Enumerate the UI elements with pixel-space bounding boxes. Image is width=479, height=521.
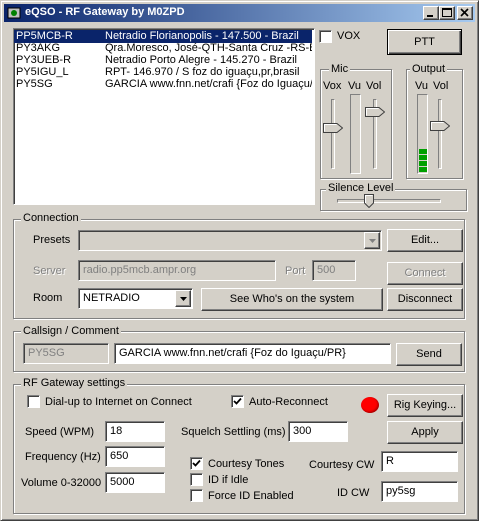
chevron-down-icon (369, 239, 376, 243)
room-value: NETRADIO (83, 292, 140, 304)
mic-group-label: Mic (329, 63, 351, 75)
autoreconnect-label: Auto-Reconnect (249, 396, 328, 408)
close-icon (460, 8, 469, 17)
mic-vox-slider-track (331, 99, 335, 169)
force-id-label: Force ID Enabled (208, 490, 294, 502)
slider-thumb-icon (364, 194, 374, 209)
room-dropdown-button[interactable] (175, 290, 191, 307)
squelch-label: Squelch Settling (ms) (181, 426, 286, 438)
output-vu-meter (417, 94, 428, 174)
whos-on-button[interactable]: See Who's on the system (201, 288, 383, 311)
send-button[interactable]: Send (396, 343, 462, 366)
slider-thumb-icon (365, 107, 386, 117)
station-list[interactable]: PP5MCB-R Netradio Florianopolis - 147.500… (13, 28, 315, 205)
vu-meter-segment (419, 155, 427, 160)
courtesy-cw-label: Courtesy CW (309, 459, 375, 471)
mic-vol-slider[interactable] (365, 107, 386, 117)
force-id-checkbox[interactable] (190, 489, 203, 502)
mic-vu-label: Vu (348, 80, 362, 92)
window-title: eQSO - RF Gateway by M0ZPD (25, 6, 185, 18)
mic-vox-label: Vox (323, 80, 342, 92)
callsign-field[interactable]: PY5SG (23, 343, 109, 364)
comment-field[interactable]: GARCIA www.fnn.net/crafi {Foz do Iguaçu/… (114, 343, 391, 364)
courtesy-tones-checkbox[interactable] (190, 457, 203, 470)
volume-label: Volume 0-32000 (21, 477, 102, 489)
vu-meter-segment (419, 161, 427, 166)
volume-field[interactable]: 5000 (105, 472, 165, 493)
presets-dropdown[interactable] (78, 230, 382, 251)
mic-vu-meter (350, 94, 361, 174)
output-group-label: Output (410, 63, 448, 75)
rf-gateway-group-label: RF Gateway settings (21, 377, 128, 389)
server-field[interactable]: radio.pp5mcb.ampr.org (78, 260, 276, 281)
dialup-checkbox[interactable] (27, 395, 40, 408)
maximize-button[interactable] (439, 6, 455, 20)
output-vu-label: Vu (415, 80, 429, 92)
callsign-group-label: Callsign / Comment (21, 325, 121, 337)
courtesy-tones-label: Courtesy Tones (208, 458, 285, 470)
id-if-idle-label: ID if Idle (208, 474, 249, 486)
rig-keying-button[interactable]: Rig Keying... (387, 394, 463, 417)
presets-dropdown-button[interactable] (364, 232, 380, 249)
speed-label: Speed (WPM) (25, 426, 95, 438)
speed-field[interactable]: 18 (105, 421, 165, 442)
port-field[interactable]: 500 (312, 260, 356, 281)
close-button[interactable] (457, 6, 473, 20)
id-cw-field[interactable]: py5sg (381, 481, 458, 502)
title-bar[interactable]: eQSO - RF Gateway by M0ZPD (4, 4, 475, 22)
checkmark-icon (192, 459, 201, 467)
frequency-field[interactable]: 650 (105, 446, 165, 467)
slider-thumb-icon (323, 123, 344, 133)
frequency-label: Frequency (Hz) (25, 451, 101, 463)
connection-group-label: Connection (21, 212, 81, 224)
mic-vol-label: Vol (366, 80, 382, 92)
mic-vox-slider[interactable] (323, 123, 344, 133)
connect-button[interactable]: Connect (387, 262, 463, 285)
main-window: eQSO - RF Gateway by M0ZPD PP5MCB-R Netra… (0, 0, 479, 521)
chevron-down-icon (180, 297, 187, 301)
output-vol-slider[interactable] (430, 121, 451, 131)
apply-button[interactable]: Apply (387, 421, 463, 444)
minimize-icon (427, 15, 433, 17)
output-vol-label: Vol (433, 80, 449, 92)
station-callsign: PY5SG (16, 78, 53, 90)
station-info: GARCIA www.fnn.net/crafi {Foz do Iguaçu/ (105, 78, 312, 90)
room-dropdown[interactable]: NETRADIO (78, 288, 193, 309)
maximize-icon (442, 8, 452, 17)
ptt-button[interactable]: PTT (387, 29, 462, 55)
room-label: Room (33, 292, 63, 304)
autoreconnect-checkbox[interactable] (231, 395, 244, 408)
vu-meter-segment (419, 167, 427, 172)
vox-label: VOX (337, 30, 361, 42)
silence-slider-track (337, 199, 441, 203)
server-label: Server (33, 265, 66, 277)
dialup-label: Dial-up to Internet on Connect (45, 396, 192, 408)
status-led (361, 397, 379, 413)
output-vol-slider-track (438, 99, 442, 169)
id-if-idle-checkbox[interactable] (190, 473, 203, 486)
port-label: Port (285, 265, 306, 277)
courtesy-cw-field[interactable]: R (381, 451, 458, 472)
minimize-button[interactable] (423, 6, 439, 20)
presets-label: Presets (33, 234, 71, 246)
vox-checkbox[interactable] (319, 30, 332, 43)
squelch-field[interactable]: 300 (288, 421, 348, 442)
app-icon (7, 7, 21, 19)
slider-thumb-icon (430, 121, 451, 131)
station-list-item[interactable]: PY5SG GARCIA www.fnn.net/crafi {Foz do Ig… (14, 78, 312, 91)
silence-group-label: Silence Level (326, 182, 396, 194)
vu-meter-segment (419, 149, 427, 154)
id-cw-label: ID CW (337, 487, 370, 499)
checkmark-icon (233, 397, 242, 405)
edit-presets-button[interactable]: Edit... (387, 229, 463, 252)
disconnect-button[interactable]: Disconnect (387, 288, 463, 311)
silence-slider[interactable] (364, 194, 374, 211)
